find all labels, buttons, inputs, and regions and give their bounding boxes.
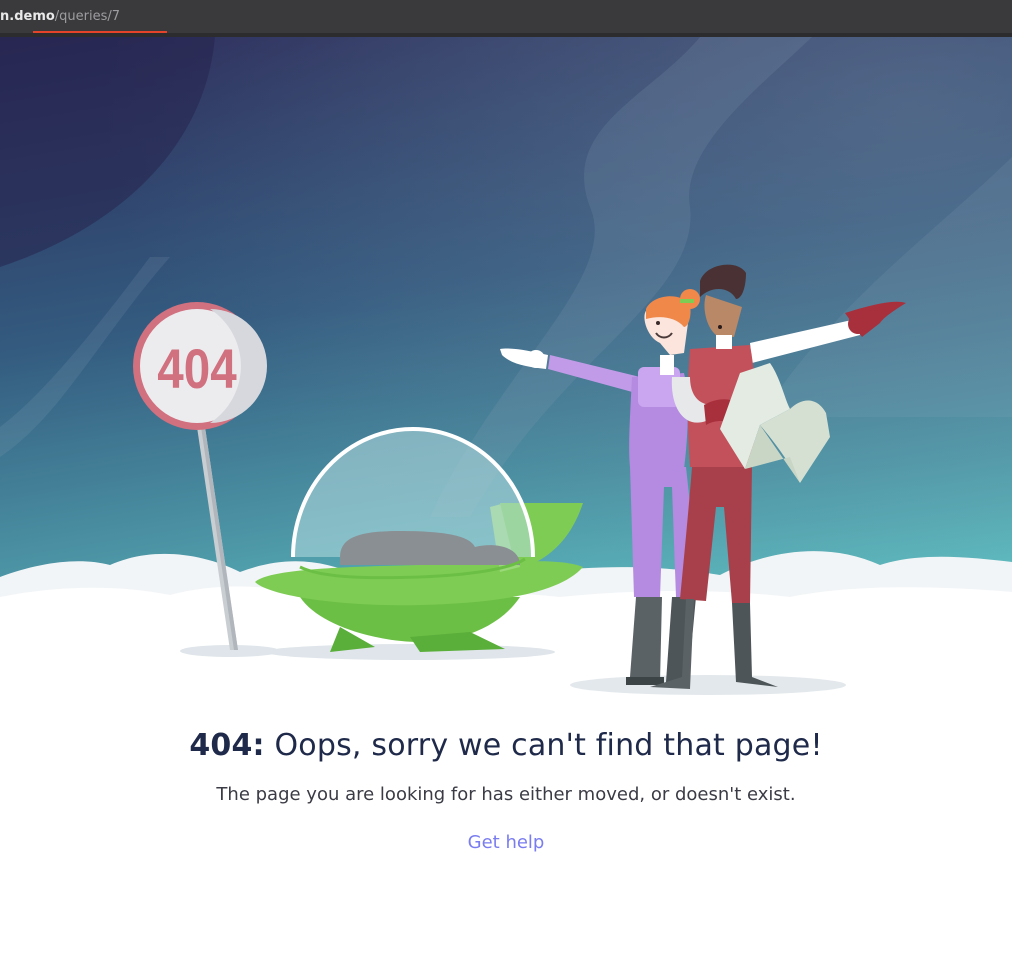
loading-progress-bar — [33, 31, 167, 33]
sign-text: 404 — [157, 338, 236, 400]
get-help-link[interactable]: Get help — [468, 831, 545, 855]
error-message-block: 404: Oops, sorry we can't find that page… — [0, 723, 1012, 855]
browser-address-bar[interactable]: n.demo/queries/7 — [0, 0, 1012, 37]
url-text[interactable]: n.demo/queries/7 — [0, 9, 120, 25]
error-message: Oops, sorry we can't find that page! — [274, 728, 823, 763]
error-title: 404: Oops, sorry we can't find that page… — [0, 723, 1012, 769]
url-host: n.demo — [0, 9, 55, 24]
url-path: /queries/7 — [54, 9, 121, 24]
hero-illustration: 404 — [0, 37, 1012, 707]
error-code: 404: — [189, 728, 265, 763]
error-description: The page you are looking for has either … — [216, 784, 796, 805]
